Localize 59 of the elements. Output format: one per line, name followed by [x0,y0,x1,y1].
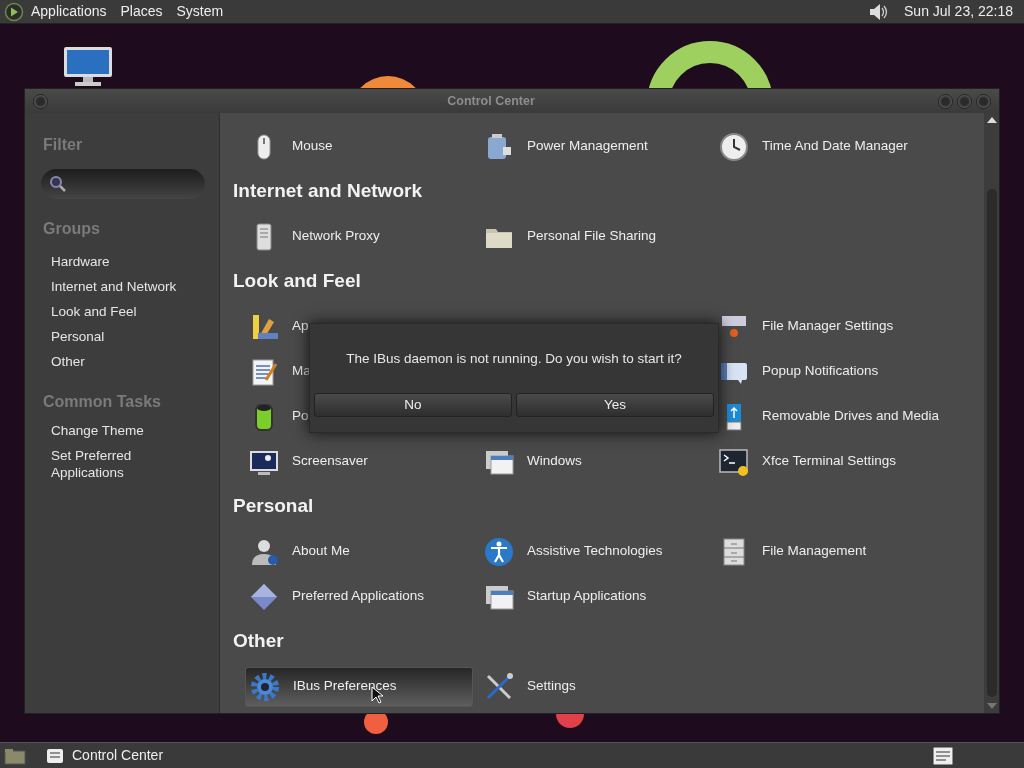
group-link[interactable]: Other [43,349,205,374]
minimize-button[interactable] [938,93,953,109]
panel-menu[interactable]: Places [113,1,170,22]
settings-item[interactable]: Ap [245,307,312,346]
search-field[interactable] [41,169,205,199]
category-heading: Internet and Network [233,179,423,204]
dialog-message: The IBus daemon is not running. Do you wish to start it? [345,350,683,368]
window-title: Control Center [446,92,536,110]
scroll-down-icon[interactable] [986,703,997,709]
gear-icon [249,670,281,703]
task-link[interactable]: Set Preferred Applications [43,447,183,481]
category-heading: Other [233,629,285,654]
settings-item[interactable]: Windows [480,442,585,481]
tray-icon[interactable] [932,745,954,766]
accessibility-icon [483,535,515,568]
settings-item[interactable]: Screensaver [245,442,371,481]
group-link[interactable]: Internet and Network [43,274,205,299]
settings-item[interactable]: About Me [245,532,353,571]
settings-item[interactable]: Popup Notifications [715,352,882,391]
settings-item[interactable]: File Manager Settings [715,307,897,346]
group-link[interactable]: Hardware [43,249,205,274]
settings-item[interactable]: Removable Drives and Media [715,397,943,436]
settings-item[interactable]: File Management [715,532,870,571]
clock[interactable]: Sun Jul 23, 22:18 [897,1,1020,22]
category-heading: Look and Feel [233,269,362,294]
group-link[interactable]: Personal [43,324,205,349]
search-icon [49,175,67,193]
panel-menu[interactable]: Applications [24,1,114,22]
settings-item[interactable]: Personal File Sharing [480,217,660,256]
settings-item[interactable]: Mouse [245,127,336,166]
clock-icon [718,130,750,163]
section-heading: Common Tasks [43,392,162,412]
no-button[interactable]: No [314,393,512,418]
settings-item[interactable]: Network Proxy [245,217,383,256]
task-button[interactable]: Control Center [42,745,168,766]
show-desktop-icon[interactable] [4,746,26,765]
settings-item[interactable]: Time And Date Manager [715,127,911,166]
settings-item[interactable]: Power Management [480,127,651,166]
settings-item[interactable]: Assistive Technologies [480,532,666,571]
settings-item[interactable]: Po [245,397,312,436]
section-heading: Groups [43,219,101,239]
settings-item[interactable]: Preferred Applications [245,577,428,616]
settings-item[interactable]: Settings [480,667,579,706]
maximize-button[interactable] [957,93,972,109]
settings-item[interactable]: IBus Preferences [245,666,473,707]
yes-button[interactable]: Yes [516,393,714,418]
window-menu-button[interactable] [33,93,48,109]
section-heading: Filter [43,135,84,155]
close-button[interactable] [976,93,991,109]
app-icon [46,747,64,764]
app-menu-icon[interactable] [4,1,24,22]
task-link[interactable]: Change Theme [43,422,183,439]
category-heading: Personal [233,494,315,519]
group-link[interactable]: Look and Feel [43,299,205,324]
scroll-up-icon[interactable] [986,117,997,123]
settings-item[interactable]: Startup Applications [480,577,650,616]
settings-item[interactable]: Xfce Terminal Settings [715,442,900,481]
panel-menu[interactable]: System [169,1,231,22]
computer-icon[interactable] [63,46,113,86]
